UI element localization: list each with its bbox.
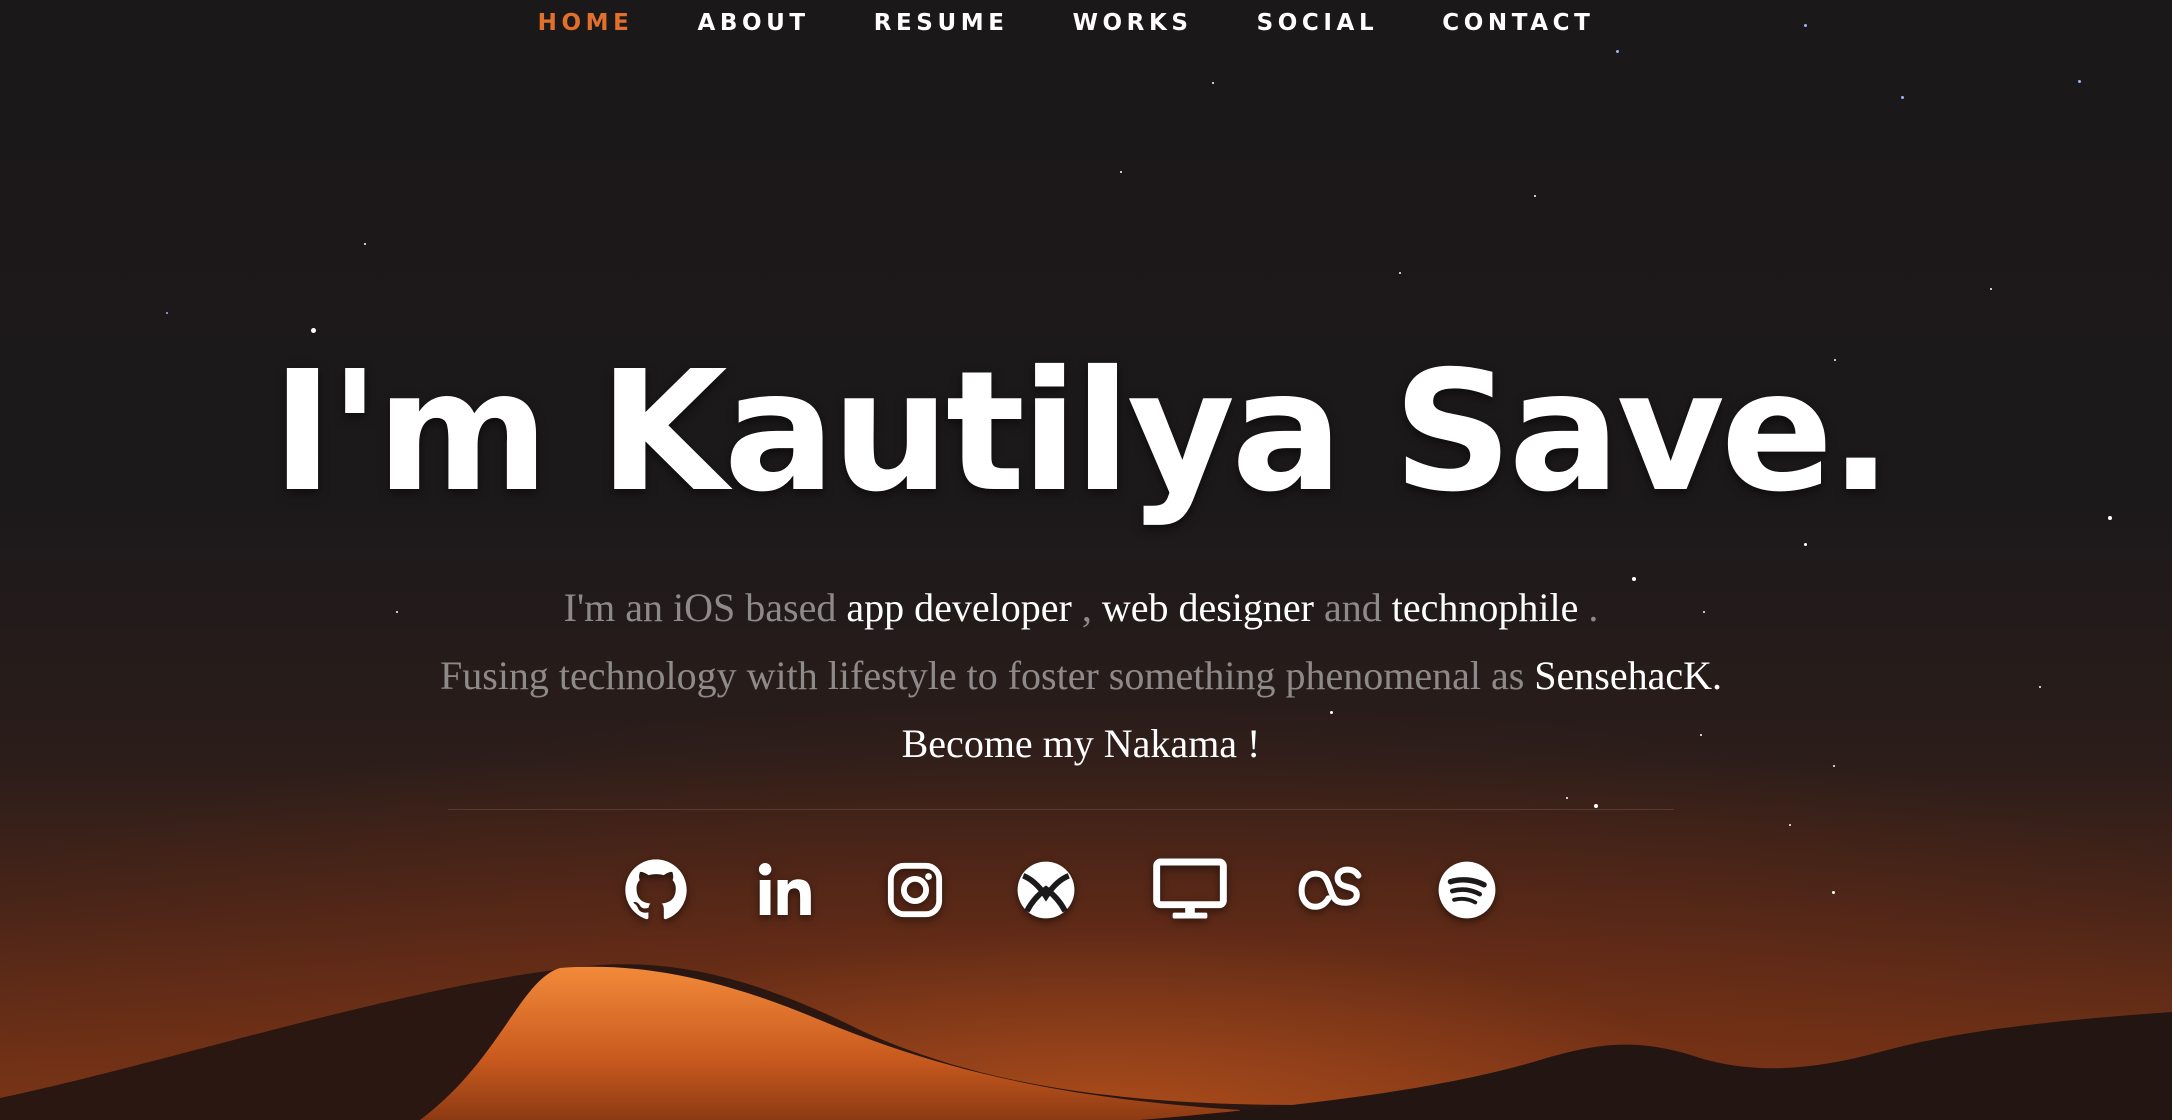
linkedin-link[interactable] — [748, 855, 824, 925]
hero-tagline: I'm an iOS based app developer , web des… — [0, 574, 2167, 778]
nav-about[interactable]: ABOUT — [697, 10, 809, 36]
nav-works[interactable]: WORKS — [1073, 10, 1193, 36]
lastfm-icon — [1298, 866, 1362, 910]
social-links — [0, 855, 2172, 925]
github-link[interactable] — [618, 855, 694, 925]
desktop-link[interactable] — [1152, 855, 1228, 925]
github-icon — [625, 859, 687, 920]
nav-social[interactable]: SOCIAL — [1257, 10, 1379, 36]
tagline-suffix: . — [1578, 585, 1599, 630]
nav-resume[interactable]: RESUME — [874, 10, 1009, 36]
spotify-link[interactable] — [1429, 855, 1505, 925]
main-nav: HOME ABOUT RESUME WORKS SOCIAL CONTACT — [0, 10, 2152, 36]
instagram-icon — [887, 862, 943, 918]
tagline-prefix: I'm an iOS based — [563, 585, 847, 630]
xbox-link[interactable] — [1008, 855, 1084, 925]
role-web-designer: web designer — [1101, 585, 1314, 630]
desert-dunes — [0, 964, 2172, 1120]
linkedin-icon — [758, 863, 811, 915]
role-app-developer: app developer — [846, 585, 1072, 630]
xbox-icon — [1017, 861, 1075, 919]
hero-title: I'm Kautilya Save. — [271, 336, 1893, 529]
tagline-conjunction: and — [1313, 585, 1392, 630]
hero-divider — [448, 809, 1674, 810]
role-technophile: technophile — [1391, 585, 1579, 630]
tagline-line-3: Become my Nakama ! — [901, 721, 1261, 766]
instagram-link[interactable] — [877, 855, 953, 925]
nav-contact[interactable]: CONTACT — [1442, 10, 1594, 36]
tagline-line-2: Fusing technology with lifestyle to fost… — [0, 642, 2167, 710]
tagline-line-1: I'm an iOS based app developer , web des… — [0, 574, 2167, 642]
nav-home[interactable]: HOME — [538, 10, 634, 36]
desktop-icon — [1153, 858, 1227, 919]
tagline-mission: Fusing technology with lifestyle to fost… — [440, 653, 1535, 698]
lastfm-link[interactable] — [1294, 855, 1370, 925]
spotify-icon — [1438, 861, 1496, 919]
tagline-separator: , — [1071, 585, 1102, 630]
brand-name: SensehacK. — [1534, 653, 1722, 698]
